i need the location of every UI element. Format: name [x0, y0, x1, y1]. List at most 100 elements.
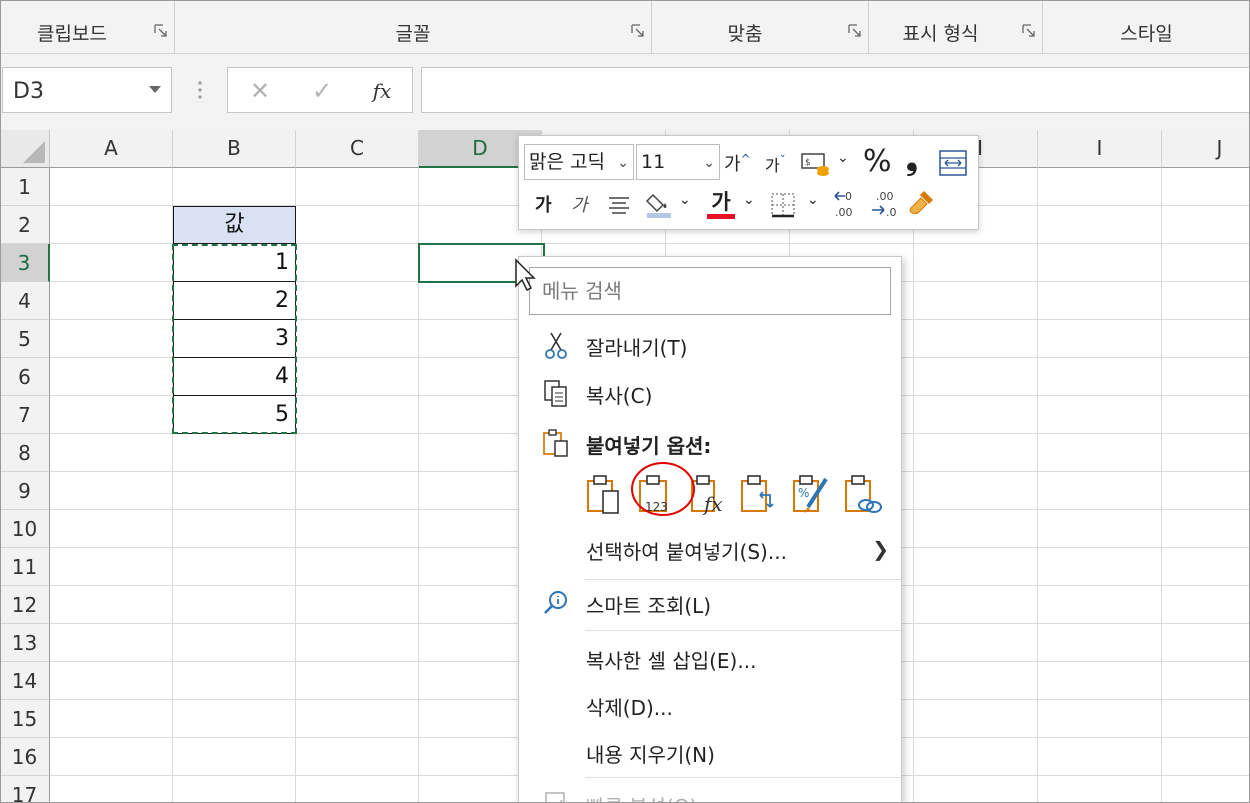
- menu-item-clear-contents[interactable]: 내용 지우기(N): [519, 732, 901, 772]
- menu-item-insert-copied-cells[interactable]: 복사한 셀 삽입(E)...: [519, 638, 901, 678]
- gridline: [913, 168, 914, 803]
- grow-font-glyph: 가: [724, 154, 741, 175]
- row-header-14[interactable]: 14: [0, 662, 50, 700]
- row-header-13[interactable]: 13: [0, 624, 50, 662]
- mini-toolbar: 맑은 고딕 ⌄ 11 ⌄ 가^ 가ˇ $ ⌄ % ❟ 가 가 ⌄ 가 ⌄ ⌄ 0…: [518, 135, 979, 230]
- menu-item-quick-analysis[interactable]: 빠른 분석(Q): [519, 784, 901, 802]
- formula-bar: D3 ✕ ✓ fx: [0, 54, 1250, 130]
- chevron-down-icon[interactable]: ⌄: [679, 192, 691, 208]
- row-header-8[interactable]: 8: [0, 434, 50, 472]
- dialog-launcher-icon[interactable]: [631, 24, 645, 38]
- menu-item-smart-lookup[interactable]: 스마트 조회(L): [519, 583, 901, 623]
- column-header-j[interactable]: J: [1162, 130, 1250, 168]
- column-header-b[interactable]: B: [173, 130, 296, 168]
- font-color-glyph: 가: [711, 190, 731, 214]
- cell-b7[interactable]: 5: [173, 396, 296, 434]
- paste-formulas-icon[interactable]: fx: [688, 473, 728, 515]
- menu-search-input[interactable]: [529, 267, 891, 315]
- percent-style-button[interactable]: %: [863, 144, 892, 179]
- font-name-select[interactable]: 맑은 고딕 ⌄: [524, 144, 634, 180]
- row-header-10[interactable]: 10: [0, 510, 50, 548]
- font-name-value: 맑은 고딕: [529, 151, 605, 173]
- select-all-button[interactable]: [0, 130, 50, 168]
- borders-icon[interactable]: [770, 192, 796, 218]
- font-size-select[interactable]: 11 ⌄: [636, 144, 720, 180]
- quick-analysis-icon: [545, 792, 565, 802]
- dialog-launcher-icon[interactable]: [848, 24, 862, 38]
- dialog-launcher-icon[interactable]: [154, 24, 168, 38]
- row-header-9[interactable]: 9: [0, 472, 50, 510]
- ribbon-group-label: 클립보드: [37, 23, 107, 45]
- cell-b5[interactable]: 3: [173, 320, 296, 358]
- cell-b2[interactable]: 값: [173, 206, 296, 244]
- scissors-icon: [545, 332, 567, 359]
- menu-item-label: 빠른 분석(Q): [586, 791, 697, 802]
- menu-separator: [585, 777, 901, 778]
- cell-b4[interactable]: 2: [173, 282, 296, 320]
- column-header-c[interactable]: C: [296, 130, 419, 168]
- italic-button[interactable]: 가: [571, 191, 588, 217]
- paste-values-badge: 123: [645, 500, 668, 514]
- ribbon-group-number: 표시 형식: [869, 0, 1043, 54]
- row-header-3[interactable]: 3: [0, 244, 50, 282]
- menu-item-label: 붙여넣기 옵션:: [586, 434, 712, 458]
- bold-button[interactable]: 가: [535, 191, 552, 217]
- ribbon-group-font: 글꼴: [175, 0, 652, 54]
- row-header-7[interactable]: 7: [0, 396, 50, 434]
- menu-item-label: 스마트 조회(L): [586, 594, 712, 618]
- decrease-decimal-icon[interactable]: .00.0: [868, 188, 900, 220]
- chevron-down-icon[interactable]: ⌄: [837, 150, 849, 166]
- row-header-16[interactable]: 16: [0, 738, 50, 776]
- menu-separator: [585, 630, 901, 631]
- row-header-4[interactable]: 4: [0, 282, 50, 320]
- row-header-15[interactable]: 15: [0, 700, 50, 738]
- row-header-6[interactable]: 6: [0, 358, 50, 396]
- row-header-11[interactable]: 11: [0, 548, 50, 586]
- caret-up-icon: ^: [740, 152, 751, 166]
- dialog-launcher-icon[interactable]: [1022, 24, 1036, 38]
- name-box[interactable]: D3: [2, 67, 172, 113]
- row-header-1[interactable]: 1: [0, 168, 50, 206]
- insert-function-icon[interactable]: fx: [368, 77, 396, 105]
- paste-icon[interactable]: [584, 473, 624, 515]
- chevron-down-icon[interactable]: ⌄: [743, 192, 755, 208]
- align-center-icon[interactable]: [607, 193, 631, 217]
- paste-link-icon[interactable]: [842, 473, 882, 515]
- menu-item-delete[interactable]: 삭제(D)...: [519, 685, 901, 725]
- menu-item-cut[interactable]: 잘라내기(T): [519, 325, 901, 365]
- increase-decimal-icon[interactable]: 0.00: [831, 188, 863, 220]
- paste-values-icon[interactable]: 123: [636, 473, 676, 515]
- menu-item-copy[interactable]: 복사(C): [519, 373, 901, 413]
- paste-transpose-icon[interactable]: [738, 473, 778, 515]
- row-header-12[interactable]: 12: [0, 586, 50, 624]
- row-header-5[interactable]: 5: [0, 320, 50, 358]
- menu-item-label: 삭제(D)...: [586, 696, 673, 720]
- svg-text:.00: .00: [876, 190, 894, 203]
- enter-icon[interactable]: ✓: [308, 77, 336, 105]
- row-header-2[interactable]: 2: [0, 206, 50, 244]
- vertical-dots-icon[interactable]: [195, 78, 205, 102]
- merge-center-icon[interactable]: [939, 150, 967, 176]
- chevron-down-icon[interactable]: ⌄: [807, 192, 819, 208]
- paste-formatting-icon[interactable]: %: [790, 473, 830, 515]
- fill-color-icon[interactable]: [645, 189, 673, 219]
- menu-item-paste-special[interactable]: 선택하여 붙여넣기(S)... ❯: [519, 529, 901, 569]
- shrink-font-button[interactable]: 가ˇ: [765, 152, 786, 176]
- font-color-button[interactable]: 가: [707, 186, 735, 219]
- select-all-triangle-icon: [23, 141, 45, 163]
- format-painter-icon[interactable]: [907, 188, 937, 218]
- cell-b3[interactable]: 1: [173, 244, 296, 282]
- formula-input[interactable]: [421, 67, 1250, 113]
- grow-font-button[interactable]: 가^: [724, 150, 751, 176]
- smart-lookup-icon: [544, 591, 567, 614]
- chevron-down-icon[interactable]: [149, 86, 161, 93]
- cancel-icon[interactable]: ✕: [246, 77, 274, 105]
- submenu-arrow-icon: ❯: [872, 537, 889, 561]
- column-header-i[interactable]: I: [1038, 130, 1162, 168]
- menu-item-label: 복사한 셀 삽입(E)...: [586, 649, 757, 673]
- accounting-format-icon[interactable]: $: [800, 149, 832, 177]
- cell-b6[interactable]: 4: [173, 358, 296, 396]
- comma-style-button[interactable]: ❟: [906, 142, 918, 177]
- row-header-17[interactable]: 17: [0, 776, 50, 803]
- column-header-a[interactable]: A: [50, 130, 173, 168]
